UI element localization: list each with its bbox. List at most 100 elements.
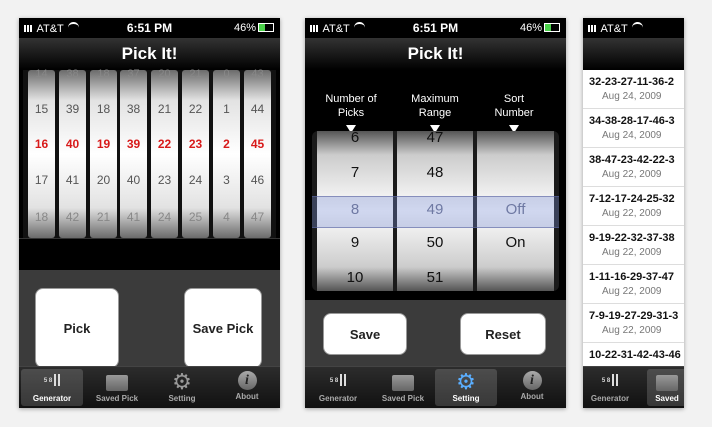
reel-3[interactable]: 18 18 19 20 21 [90,68,117,238]
reel-number: 25 [188,210,203,224]
info-icon: i [237,371,257,390]
reel-number: 17 [34,173,49,187]
reel-selected-number: 40 [65,137,80,151]
picker-value: On [505,234,526,251]
list-item[interactable]: 1-11-16-29-37-47 Aug 22, 2009 [583,265,684,304]
pick-numbers: 7-9-19-27-29-31-3 [589,310,679,322]
saved-picks-list[interactable]: 32-23-27-11-36-2 Aug 24, 2009 34-38-28-17… [583,70,684,367]
pick-numbers: 7-12-17-24-25-32 [589,193,675,205]
reel-number: 47 [250,210,265,224]
reel-number: 22 [188,102,203,116]
list-item[interactable]: 7-9-19-27-29-31-3 Aug 22, 2009 [583,304,684,343]
tab-bar: 5 8 Generator Saved Pick ⚙ Setting i Abo… [305,366,566,408]
picker-value: 51 [426,269,444,286]
list-item[interactable]: 38-47-23-42-22-3 Aug 22, 2009 [583,148,684,187]
reel-number: 23 [157,173,172,187]
reel-number: 15 [34,102,49,116]
reel-number: 37 [127,68,140,80]
tab-label: Generator [590,394,630,403]
pick-date: Aug 22, 2009 [602,325,662,336]
gear-icon: ⚙ [456,369,476,394]
generator-icon: 5 8 [39,371,65,392]
reel-number: 18 [97,68,110,80]
tab-saved-pick[interactable]: Saved Pick [86,369,148,406]
battery-indicator: 46% [234,22,274,34]
picker-value: 6 [350,131,360,146]
reel-number: 38 [66,68,79,80]
saved-pick-screen: AT&T 32-23-27-11-36-2 Aug 24, 2009 34-38-… [583,18,684,408]
reel-6[interactable]: 21 22 23 24 25 [182,68,209,238]
reel-selected-number: 2 [223,137,230,151]
list-item[interactable]: 10-22-31-42-43-46 [583,343,684,367]
reel-number: 21 [96,210,111,224]
gear-icon: ⚙ [172,369,192,394]
status-bar: AT&T 6:51 PM 46% [305,18,566,38]
tab-setting[interactable]: ⚙ Setting [435,369,497,406]
reel-number: 43 [251,68,264,80]
picker-value: 48 [426,164,444,181]
picker-value: 50 [426,234,444,251]
folder-icon [390,371,416,392]
list-item[interactable]: 9-19-22-32-37-38 Aug 22, 2009 [583,226,684,265]
tab-label: Saved Pick [381,394,425,403]
pick-date: Aug 22, 2009 [602,169,662,180]
reel-7[interactable]: 0 1 2 3 4 [213,68,240,238]
reel-number: 40 [126,173,141,187]
tab-saved-pick[interactable]: Saved Pick [372,369,434,406]
tab-generator[interactable]: 5 8 Generator [585,369,635,406]
reel-5[interactable]: 20 21 22 23 24 [151,68,178,238]
reel-4[interactable]: 37 38 39 40 41 [120,68,147,238]
reel-selected-number: 23 [188,137,203,151]
reel-8[interactable]: 43 44 45 46 47 [244,68,271,238]
list-item[interactable]: 32-23-27-11-36-2 Aug 24, 2009 [583,70,684,109]
list-item[interactable]: 7-12-17-24-25-32 Aug 22, 2009 [583,187,684,226]
tab-about[interactable]: i About [216,369,278,406]
reel-number: 41 [126,210,141,224]
reel-number: 24 [157,210,172,224]
tab-label: Setting [168,394,196,403]
reel-number: 44 [250,102,265,116]
pick-button[interactable]: Pick [35,288,119,368]
wifi-icon [631,22,643,32]
tab-label: Generator [32,394,72,403]
pick-date: Aug 22, 2009 [602,208,662,219]
signal-icon [588,25,598,32]
status-bar: AT&T 6:51 PM 46% [19,18,280,38]
picker-value: 10 [346,269,364,286]
tab-generator[interactable]: 5 8 Generator [307,369,369,406]
pick-numbers: 10-22-31-42-43-46 [589,349,681,361]
pick-numbers: 38-47-23-42-22-3 [589,154,675,166]
tab-setting[interactable]: ⚙ Setting [151,369,213,406]
reel-number: 14 [35,68,48,80]
picker-value: 7 [350,164,360,181]
save-pick-button[interactable]: Save Pick [184,288,262,368]
tab-label: Setting [452,394,480,403]
reel-1[interactable]: 14 15 16 17 18 [28,68,55,238]
folder-icon [654,371,680,392]
page-title: Pick It! [19,38,280,70]
reel-selected-number: 19 [96,137,111,151]
reset-button[interactable]: Reset [460,313,546,355]
generator-icon: 5 8 [597,371,623,392]
reel-number: 21 [189,68,202,80]
carrier-indicator: AT&T [588,22,643,35]
generator-icon: 5 8 [325,371,351,392]
list-item[interactable]: 34-38-28-17-46-3 Aug 24, 2009 [583,109,684,148]
generator-screen: AT&T 6:51 PM 46% Pick It! 14 15 16 17 18 38 3… [19,18,280,408]
reel-number: 4 [223,210,230,224]
reel-number: 18 [34,210,49,224]
tab-saved-pick[interactable]: Saved [647,369,684,406]
reel-selected-number: 16 [34,137,49,151]
save-button[interactable]: Save [323,313,407,355]
folder-icon [104,371,130,392]
pick-date: Aug 22, 2009 [602,286,662,297]
picker-value: 47 [426,131,444,146]
reel-number: 20 [96,173,111,187]
reel-number: 1 [223,102,230,116]
tab-label: About [235,392,259,401]
tab-generator[interactable]: 5 8 Generator [21,369,83,406]
tab-about[interactable]: i About [501,369,563,406]
info-icon: i [522,371,542,390]
reel-2[interactable]: 38 39 40 41 42 [59,68,86,238]
tab-label: Generator [318,394,358,403]
